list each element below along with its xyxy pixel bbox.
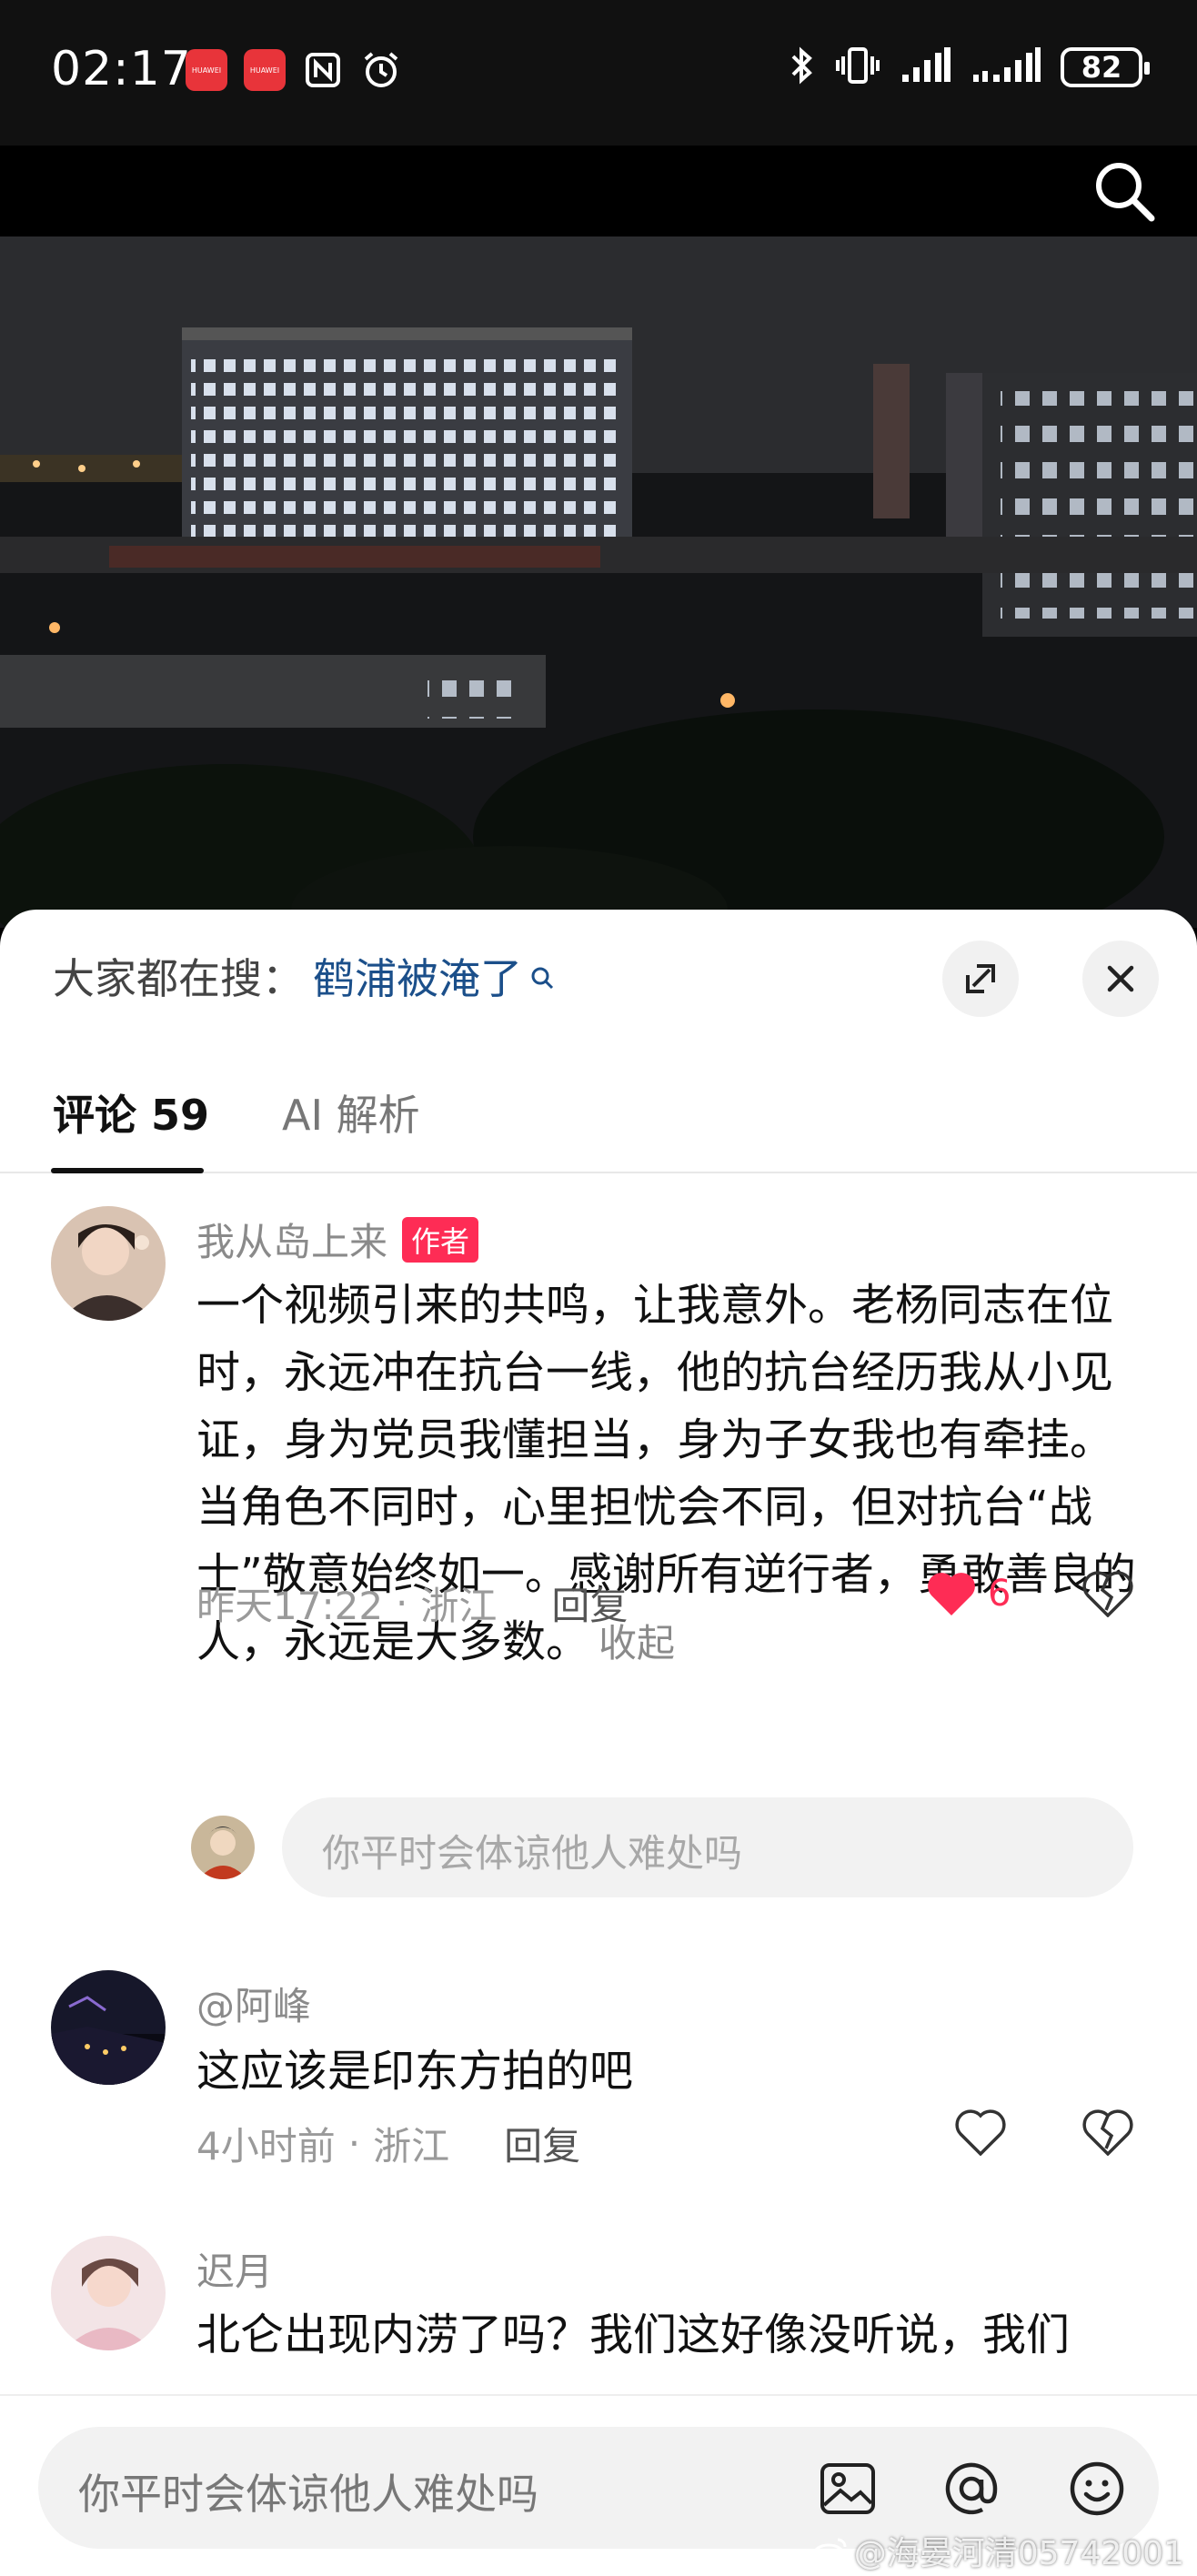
heart-filled-icon — [928, 1573, 975, 1615]
comment-item: 我从岛上来 作者 一个视频引来的共鸣，让我意外。老杨同志在位时，永远冲在抗台一线… — [0, 1201, 1197, 1667]
trending-query-link[interactable]: 鹤浦被淹了 — [313, 946, 522, 1006]
bluetooth-icon — [788, 45, 815, 89]
broken-heart-icon — [1082, 1571, 1133, 1618]
tab-bar: 评论 59 AI 解析 — [0, 1073, 1197, 1173]
comment-item: 迟月 北仑出现内涝了吗？我们这好像没听说，我们 — [0, 2230, 1197, 2412]
meta-separator: · — [347, 2121, 361, 2166]
tab-comments[interactable]: 评论 59 — [53, 1082, 209, 1142]
comment-author[interactable]: 迟月 — [196, 2241, 273, 2297]
huawei-app-icon: HUAWEI — [244, 49, 286, 91]
reply-input[interactable]: 你平时会体谅他人难处吗 — [282, 1797, 1133, 1897]
comment-location: 浙江 — [420, 1584, 498, 1628]
status-bar: 02:17 HUAWEI HUAWEI 82 — [0, 0, 1197, 146]
status-indicators: 82 — [788, 45, 1150, 89]
status-time: 02:17 — [51, 42, 192, 96]
comment-meta: 昨天17:22 · 浙江 回复 — [196, 1575, 628, 1631]
dislike-button[interactable] — [1082, 1570, 1133, 1621]
image-button[interactable] — [811, 2452, 884, 2525]
meta-separator: · — [396, 1581, 408, 1625]
at-icon — [945, 2462, 998, 2515]
broken-heart-icon — [1082, 2109, 1133, 2157]
comment-text: 北仑出现内涝了吗？我们这好像没听说，我们 — [196, 2309, 1071, 2360]
like-button[interactable] — [955, 2108, 1006, 2156]
avatar — [191, 1816, 255, 1879]
watermark: @海晏河清05742001 — [812, 2527, 1184, 2574]
comment-text: 这应该是印东方拍的吧 — [196, 2046, 634, 2097]
battery-indicator: 82 — [1061, 47, 1150, 87]
reply-button[interactable]: 回复 — [504, 2116, 580, 2171]
author-name[interactable]: 我从岛上来 — [196, 1212, 387, 1267]
comment-item: @阿峰 这应该是印东方拍的吧 4小时前 · 浙江 回复 — [0, 1965, 1197, 2168]
comment-time: 昨天17:22 — [196, 1584, 384, 1628]
emoji-button[interactable] — [1061, 2452, 1133, 2525]
heart-outline-icon — [955, 2109, 1006, 2156]
author-badge: 作者 — [402, 1216, 479, 1263]
comment-meta: 4小时前 · 浙江 回复 — [196, 2116, 580, 2171]
comment-time: 4小时前 — [196, 2124, 336, 2168]
comment-input-placeholder: 你平时会体谅他人难处吗 — [78, 2470, 538, 2519]
like-count: 6 — [988, 1573, 1011, 1615]
avatar[interactable] — [51, 1970, 166, 2085]
trending-label: 大家都在搜： — [53, 954, 304, 1003]
reply-button[interactable]: 回复 — [551, 1575, 628, 1631]
alarm-icon — [360, 49, 402, 91]
search-icon — [529, 951, 555, 1001]
search-button[interactable] — [1088, 155, 1161, 227]
close-icon — [1107, 965, 1134, 992]
expand-button[interactable] — [942, 941, 1019, 1017]
vibrate-icon — [835, 45, 880, 89]
avatar[interactable] — [51, 1206, 166, 1321]
comments-panel: 大家都在搜： 鹤浦被淹了 评论 59 AI 解析 我从岛上来 作者 一个视频引来… — [0, 910, 1197, 2576]
avatar[interactable] — [51, 2236, 166, 2350]
trending-search[interactable]: 大家都在搜： 鹤浦被淹了 — [53, 946, 555, 1006]
search-icon — [1096, 163, 1155, 222]
dislike-button[interactable] — [1082, 2108, 1133, 2159]
status-app-icons: HUAWEI HUAWEI — [186, 49, 402, 91]
close-button[interactable] — [1082, 941, 1159, 1017]
signal-icon — [971, 47, 1041, 87]
tab-ai-analysis[interactable]: AI 解析 — [282, 1082, 420, 1142]
weibo-icon — [812, 2538, 847, 2565]
like-button[interactable]: 6 — [926, 1570, 1011, 1617]
reply-input-box[interactable]: 你平时会体谅他人难处吗 — [187, 1797, 1133, 1897]
image-icon — [820, 2463, 875, 2514]
mention-button[interactable] — [935, 2452, 1008, 2525]
huawei-app-icon: HUAWEI — [186, 49, 227, 91]
nfc-icon — [302, 49, 344, 91]
comment-author[interactable]: 我从岛上来 作者 — [196, 1212, 479, 1267]
comment-location: 浙江 — [373, 2124, 450, 2168]
night-cityscape-image — [0, 236, 1197, 928]
emoji-icon — [1070, 2461, 1124, 2516]
watermark-text: @海晏河清05742001 — [853, 2535, 1184, 2572]
signal-icon — [900, 47, 951, 87]
video-player[interactable] — [0, 236, 1197, 928]
active-tab-indicator — [51, 1168, 204, 1173]
expand-icon — [966, 964, 995, 993]
comment-author[interactable]: @阿峰 — [196, 1976, 311, 2031]
